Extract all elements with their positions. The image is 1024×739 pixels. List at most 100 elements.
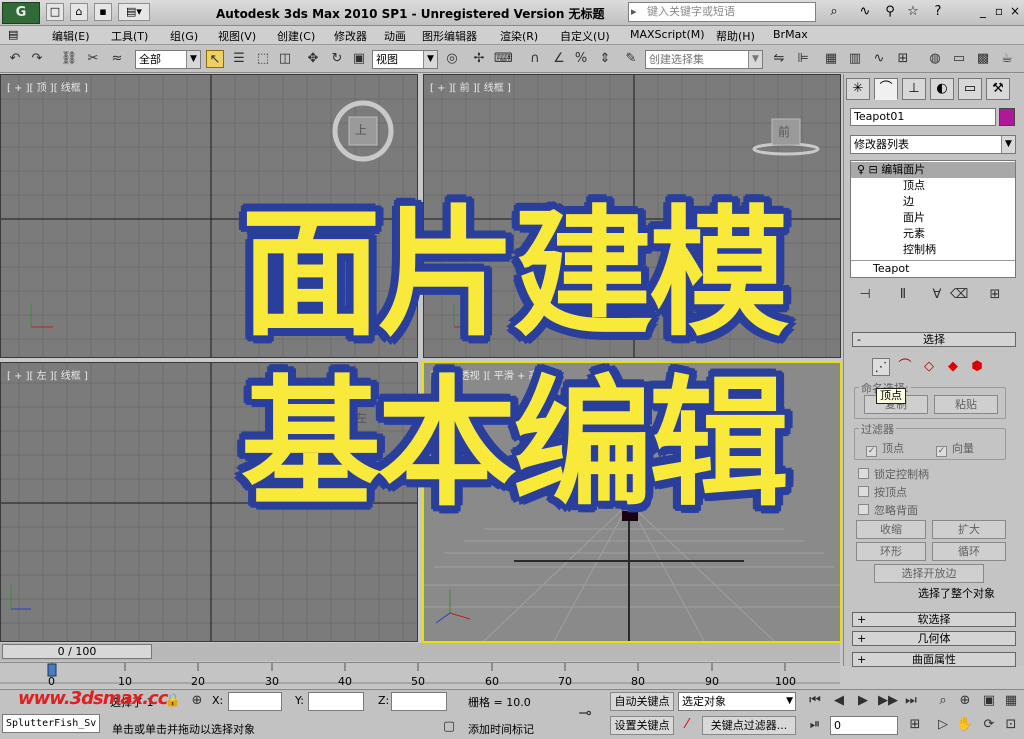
open-file-icon[interactable]: ⌂ [70, 3, 88, 21]
edit-named-selection-icon[interactable]: ✎ [622, 50, 640, 68]
select-by-name-icon[interactable]: ☰ [230, 50, 248, 68]
viewcube-front-face[interactable]: 前 [778, 123, 790, 140]
add-time-tag-button[interactable]: 添加时间标记 [468, 721, 534, 737]
element-level-icon[interactable]: ⬢ [968, 358, 986, 376]
key-mode-icon[interactable]: ⊸ [576, 704, 594, 722]
search-input[interactable]: ▸ 键入关键字或短语 [628, 2, 816, 22]
loop-button[interactable]: 循环 [932, 542, 1006, 561]
pin-stack-icon[interactable]: ⊣ [856, 286, 874, 304]
current-frame-field[interactable]: 0 [830, 716, 898, 735]
pivot-center-icon[interactable]: ◎ [443, 50, 461, 68]
maxscript-listener-field[interactable]: SplutterFish_Sv [2, 714, 100, 733]
communication-icon[interactable]: ⚲ [880, 3, 900, 22]
key-filters-button[interactable]: 关键点过滤器... [702, 716, 796, 735]
menu-tools[interactable]: 工具(T) [111, 28, 148, 44]
shrink-button[interactable]: 收缩 [856, 520, 926, 539]
by-vertex-checkbox[interactable]: 按顶点 [858, 484, 907, 500]
viewport-top-label[interactable]: [ + ][ 顶 ][ 线框 ] [7, 79, 88, 94]
goto-end-icon[interactable]: ⏭ [902, 692, 920, 710]
viewcube-left-face[interactable]: 左 [355, 409, 367, 426]
schematic-view-icon[interactable]: ⊞ [894, 50, 912, 68]
undo-icon[interactable]: ↶ [6, 50, 24, 68]
time-tag-icon[interactable]: ▢ [440, 718, 458, 736]
menu-modifiers[interactable]: 修改器 [334, 28, 367, 44]
menu-group[interactable]: 组(G) [170, 28, 198, 44]
new-file-icon[interactable]: □ [46, 3, 64, 21]
modify-tab-icon[interactable]: ⌒ [874, 78, 898, 100]
object-name-field[interactable]: Teapot01 [850, 108, 996, 126]
app-logo-button[interactable]: G [2, 2, 40, 24]
menu-maxscript[interactable]: MAXScript(M) [630, 28, 705, 41]
create-tab-icon[interactable]: ✳ [846, 78, 870, 100]
filter-vector-checkbox[interactable]: ✓ 向量 [936, 440, 974, 457]
modifier-list-select[interactable]: 修改器列表 ▼ [850, 135, 1016, 154]
save-icon[interactable]: ▪ [94, 3, 112, 21]
vertex-level-icon[interactable]: ⋰ [872, 358, 890, 376]
zoom-extents-all-icon[interactable]: ▦ [1002, 692, 1020, 710]
move-icon[interactable]: ✥ [304, 50, 322, 68]
stack-item-edit-patch[interactable]: ♀ ⊟ 编辑面片 [851, 162, 1015, 178]
object-color-swatch[interactable] [999, 108, 1015, 126]
make-unique-icon[interactable]: ∀ [928, 286, 946, 304]
bind-space-warp-icon[interactable]: ≈ [108, 50, 126, 68]
restore-icon[interactable]: ▫ [992, 4, 1006, 18]
rendered-frame-icon[interactable]: ▩ [974, 50, 992, 68]
geometry-rollout[interactable]: + 几何体 [852, 631, 1016, 646]
selection-filter-select[interactable]: 全部 ▼ [135, 50, 201, 69]
ring-button[interactable]: 环形 [856, 542, 926, 561]
menu-help[interactable]: 帮助(H) [716, 28, 755, 44]
keyboard-shortcut-icon[interactable]: ⌨ [494, 50, 513, 68]
zoom-all-icon[interactable]: ⊕ [956, 692, 974, 710]
time-slider-thumb[interactable]: 0 / 100 [2, 644, 152, 659]
paste-button[interactable]: 粘贴 [934, 395, 998, 414]
auto-key-button[interactable]: 自动关键点 [610, 692, 674, 711]
viewcube-top-face[interactable]: 上 [355, 121, 367, 138]
patch-level-icon[interactable]: ◆ [944, 358, 962, 376]
menu-rendering[interactable]: 渲染(R) [500, 28, 538, 44]
orbit-icon[interactable]: ⟳ [980, 716, 998, 734]
stack-item-element[interactable]: 元素 [851, 226, 1015, 242]
key-mode-toggle-icon[interactable]: ⏯ [806, 716, 824, 734]
soft-selection-rollout[interactable]: + 软选择 [852, 612, 1016, 627]
stack-item-edge[interactable]: 边 [851, 194, 1015, 210]
ignore-backfacing-checkbox[interactable]: 忽略背面 [858, 502, 918, 518]
spinner-snap-icon[interactable]: ⇕ [596, 50, 614, 68]
material-editor-icon[interactable]: ◍ [926, 50, 944, 68]
play-icon[interactable]: ▶ [854, 692, 872, 710]
goto-start-icon[interactable]: ⏮ [806, 692, 824, 710]
percent-snap-icon[interactable]: % [572, 50, 590, 68]
viewport-left-label[interactable]: [ + ][ 左 ][ 线框 ] [7, 367, 88, 382]
stack-item-patch[interactable]: 面片 [851, 210, 1015, 226]
render-production-icon[interactable]: ☕ [998, 50, 1016, 68]
x-coordinate-field[interactable] [228, 692, 282, 711]
time-config-icon[interactable]: ⊞ [906, 716, 924, 734]
stack-item-handle[interactable]: 控制柄 [851, 242, 1015, 258]
default-tangent-icon[interactable]: ⁄ [678, 716, 696, 734]
y-coordinate-field[interactable] [308, 692, 364, 711]
show-end-result-icon[interactable]: Ⅱ [894, 286, 912, 304]
viewport-top[interactable]: [ + ][ 顶 ][ 线框 ] 上 [0, 74, 418, 358]
light-bulb-icon[interactable]: ♀ [857, 163, 865, 176]
named-selection-select[interactable]: 创建选择集 ▼ [645, 50, 763, 69]
select-link-icon[interactable]: ⛓ [60, 50, 78, 68]
viewport-left[interactable]: [ + ][ 左 ][ 线框 ] 左 [0, 362, 418, 642]
previous-frame-icon[interactable]: ◀ [830, 692, 848, 710]
favorites-icon[interactable]: ☆ [903, 3, 923, 22]
configure-modifier-sets-icon[interactable]: ⊞ [986, 286, 1004, 304]
track-bar[interactable]: 0 10 20 30 40 50 60 70 80 90 100 [0, 662, 840, 688]
rect-selection-icon[interactable]: ⬚ [254, 50, 272, 68]
menu-create[interactable]: 创建(C) [277, 28, 315, 44]
viewport-perspective-label[interactable]: [ + ][ 透视 ][ 平滑 + 高光 ] [430, 367, 556, 382]
redo-icon[interactable]: ↷ [28, 50, 46, 68]
unlink-icon[interactable]: ✂ [84, 50, 102, 68]
edge-level-icon[interactable]: ◇ [920, 358, 938, 376]
menu-views[interactable]: 视图(V) [218, 28, 256, 44]
window-crossing-icon[interactable]: ◫ [276, 50, 294, 68]
zoom-extents-icon[interactable]: ▣ [980, 692, 998, 710]
select-object-icon[interactable]: ↖ [206, 50, 224, 68]
next-frame-icon[interactable]: ▶▶ [878, 692, 898, 710]
menu-customize[interactable]: 自定义(U) [560, 28, 610, 44]
stack-item-vertex[interactable]: 顶点 [851, 178, 1015, 194]
maximize-viewport-icon[interactable]: ⊡ [1002, 716, 1020, 734]
graphite-tools-icon[interactable]: ▥ [846, 50, 864, 68]
